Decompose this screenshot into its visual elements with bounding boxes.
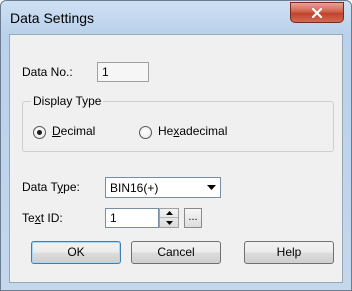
data-type-label: Data Type: (22, 180, 80, 194)
radio-selected-dot (37, 130, 42, 135)
data-no-field: 1 (97, 62, 149, 82)
hexadecimal-radio-label[interactable]: Hexadecimal (158, 124, 227, 138)
help-button[interactable]: Help (244, 241, 334, 264)
text-id-browse-button[interactable]: ... (184, 208, 202, 228)
spin-up-icon[interactable] (160, 209, 178, 218)
decimal-radio[interactable] (33, 126, 46, 139)
close-button[interactable] (290, 2, 344, 23)
dialog-window: Data Settings Data No.: 1 Display Type D… (0, 0, 352, 291)
data-type-dropdown[interactable]: BIN16(+) (105, 177, 221, 198)
text-id-label: Text ID: (22, 211, 63, 225)
close-icon (311, 7, 323, 18)
data-type-value: BIN16(+) (110, 181, 159, 195)
decimal-radio-label[interactable]: Decimal (52, 124, 95, 138)
text-id-spinner[interactable] (159, 208, 179, 228)
chevron-down-icon[interactable] (202, 178, 220, 197)
display-type-legend: Display Type (31, 94, 104, 108)
window-title: Data Settings (10, 10, 95, 26)
text-id-input[interactable]: 1 (105, 208, 159, 228)
ok-button[interactable]: OK (31, 241, 121, 264)
cancel-button[interactable]: Cancel (131, 241, 221, 264)
spin-down-icon[interactable] (160, 218, 178, 227)
hexadecimal-radio[interactable] (139, 126, 152, 139)
display-type-group: Display Type Decimal Hexadecimal (22, 94, 334, 152)
dialog-client-area: Data No.: 1 Display Type Decimal Hexadec… (9, 34, 343, 283)
data-no-label: Data No.: (22, 65, 73, 79)
